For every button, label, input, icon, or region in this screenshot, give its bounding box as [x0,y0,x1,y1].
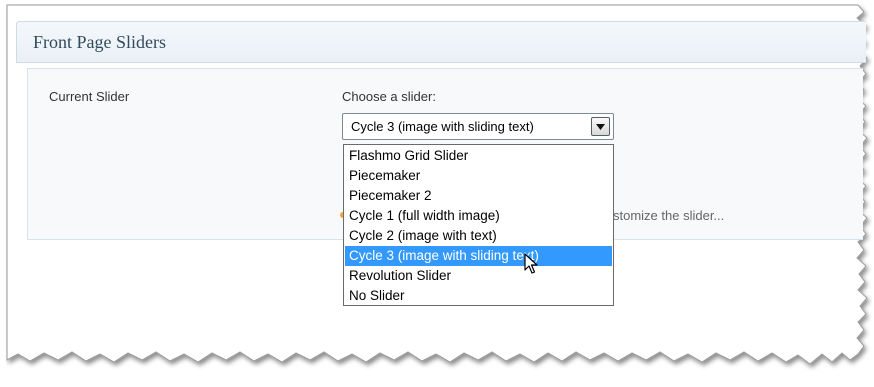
dropdown-option-no-slider[interactable]: No Slider [345,286,612,306]
dropdown-option-flashmo-grid-slider[interactable]: Flashmo Grid Slider [345,146,612,166]
dropdown-option-cycle-1[interactable]: Cycle 1 (full width image) [345,206,612,226]
choose-slider-label: Choose a slider: [342,89,436,104]
dropdown-option-piecemaker[interactable]: Piecemaker [345,166,612,186]
mouse-pointer-icon [524,253,538,274]
section-header: Front Page Sliders [16,21,866,63]
dropdown-option-cycle-3[interactable]: Cycle 3 (image with sliding text) [345,246,612,266]
customize-slider-link[interactable]: stomize the slider... [613,208,724,223]
dropdown-option-piecemaker-2[interactable]: Piecemaker 2 [345,186,612,206]
current-slider-label: Current Slider [49,89,130,104]
slider-dropdown-list[interactable]: Flashmo Grid Slider Piecemaker Piecemake… [343,144,614,306]
chevron-down-icon [596,124,605,130]
screenshot-canvas: Front Page Sliders Current Slider Choose… [0,0,874,387]
section-title: Front Page Sliders [33,32,166,52]
dropdown-arrow-button[interactable] [591,117,610,136]
slider-select-value: Cycle 3 (image with sliding text) [351,119,534,134]
slider-select[interactable]: Cycle 3 (image with sliding text) [342,113,614,140]
dropdown-option-revolution-slider[interactable]: Revolution Slider [345,266,612,286]
dropdown-option-cycle-2[interactable]: Cycle 2 (image with text) [345,226,612,246]
